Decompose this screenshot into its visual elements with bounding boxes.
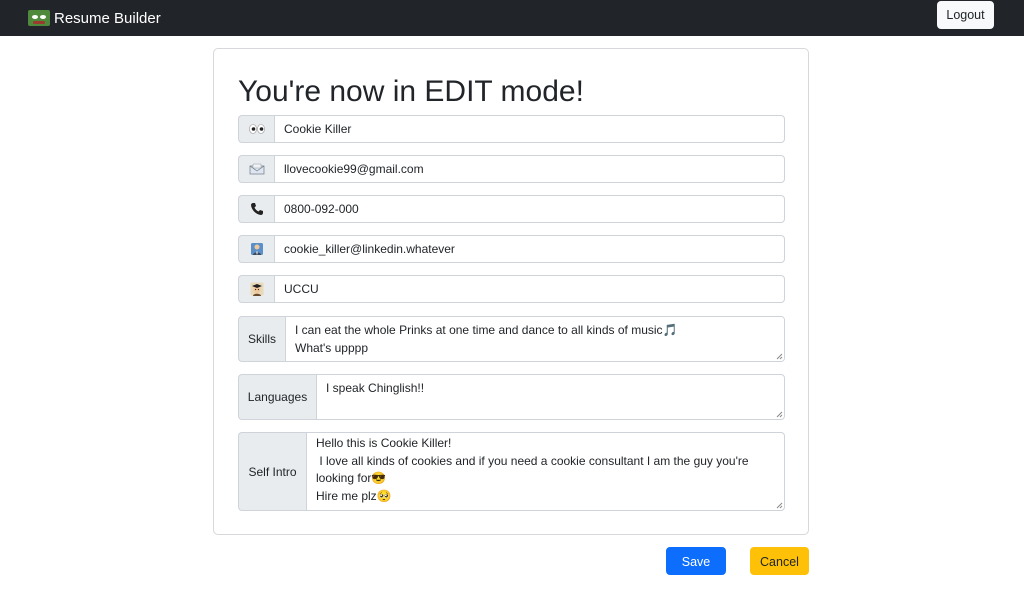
- skills-input-group: Skills: [238, 316, 785, 362]
- brand-link[interactable]: Resume Builder: [28, 6, 161, 30]
- skills-field[interactable]: [285, 316, 785, 362]
- envelope-icon: [238, 155, 274, 183]
- logout-button[interactable]: Logout: [937, 1, 994, 29]
- school-input-group: [238, 275, 785, 303]
- student-icon: [238, 275, 274, 303]
- navbar: Resume Builder Logout: [0, 0, 1024, 36]
- page-title: You're now in EDIT mode!: [238, 75, 584, 108]
- pepe-frog-logo-icon: [28, 10, 50, 26]
- languages-label: Languages: [238, 374, 316, 420]
- linkedin-field[interactable]: [274, 235, 785, 263]
- languages-field[interactable]: [316, 374, 785, 420]
- self-intro-field[interactable]: [306, 432, 785, 511]
- linkedin-input-group: [238, 235, 785, 263]
- phone-field[interactable]: [274, 195, 785, 223]
- name-field[interactable]: [274, 115, 785, 143]
- brand-title: Resume Builder: [54, 9, 161, 27]
- languages-input-group: Languages: [238, 374, 785, 420]
- self-intro-input-group: Self Intro: [238, 432, 785, 511]
- cancel-button[interactable]: Cancel: [750, 547, 809, 575]
- email-field[interactable]: [274, 155, 785, 183]
- self-intro-label: Self Intro: [238, 432, 306, 511]
- school-field[interactable]: [274, 275, 785, 303]
- name-input-group: [238, 115, 785, 143]
- eyes-icon: [238, 115, 274, 143]
- skills-label: Skills: [238, 316, 285, 362]
- email-input-group: [238, 155, 785, 183]
- save-button[interactable]: Save: [666, 547, 726, 575]
- phone-input-group: [238, 195, 785, 223]
- telephone-icon: [238, 195, 274, 223]
- office-worker-icon: [238, 235, 274, 263]
